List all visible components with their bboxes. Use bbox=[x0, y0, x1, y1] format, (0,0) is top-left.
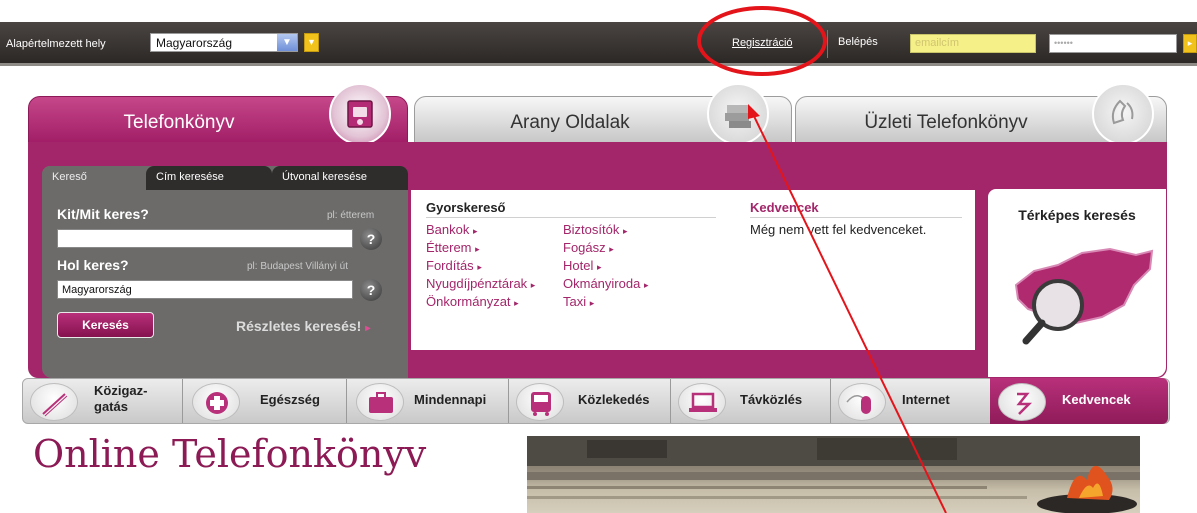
annotation-arrow bbox=[748, 104, 947, 513]
page: Alapértelmezett hely Magyarország ▼ ▼ Re… bbox=[0, 0, 1197, 513]
